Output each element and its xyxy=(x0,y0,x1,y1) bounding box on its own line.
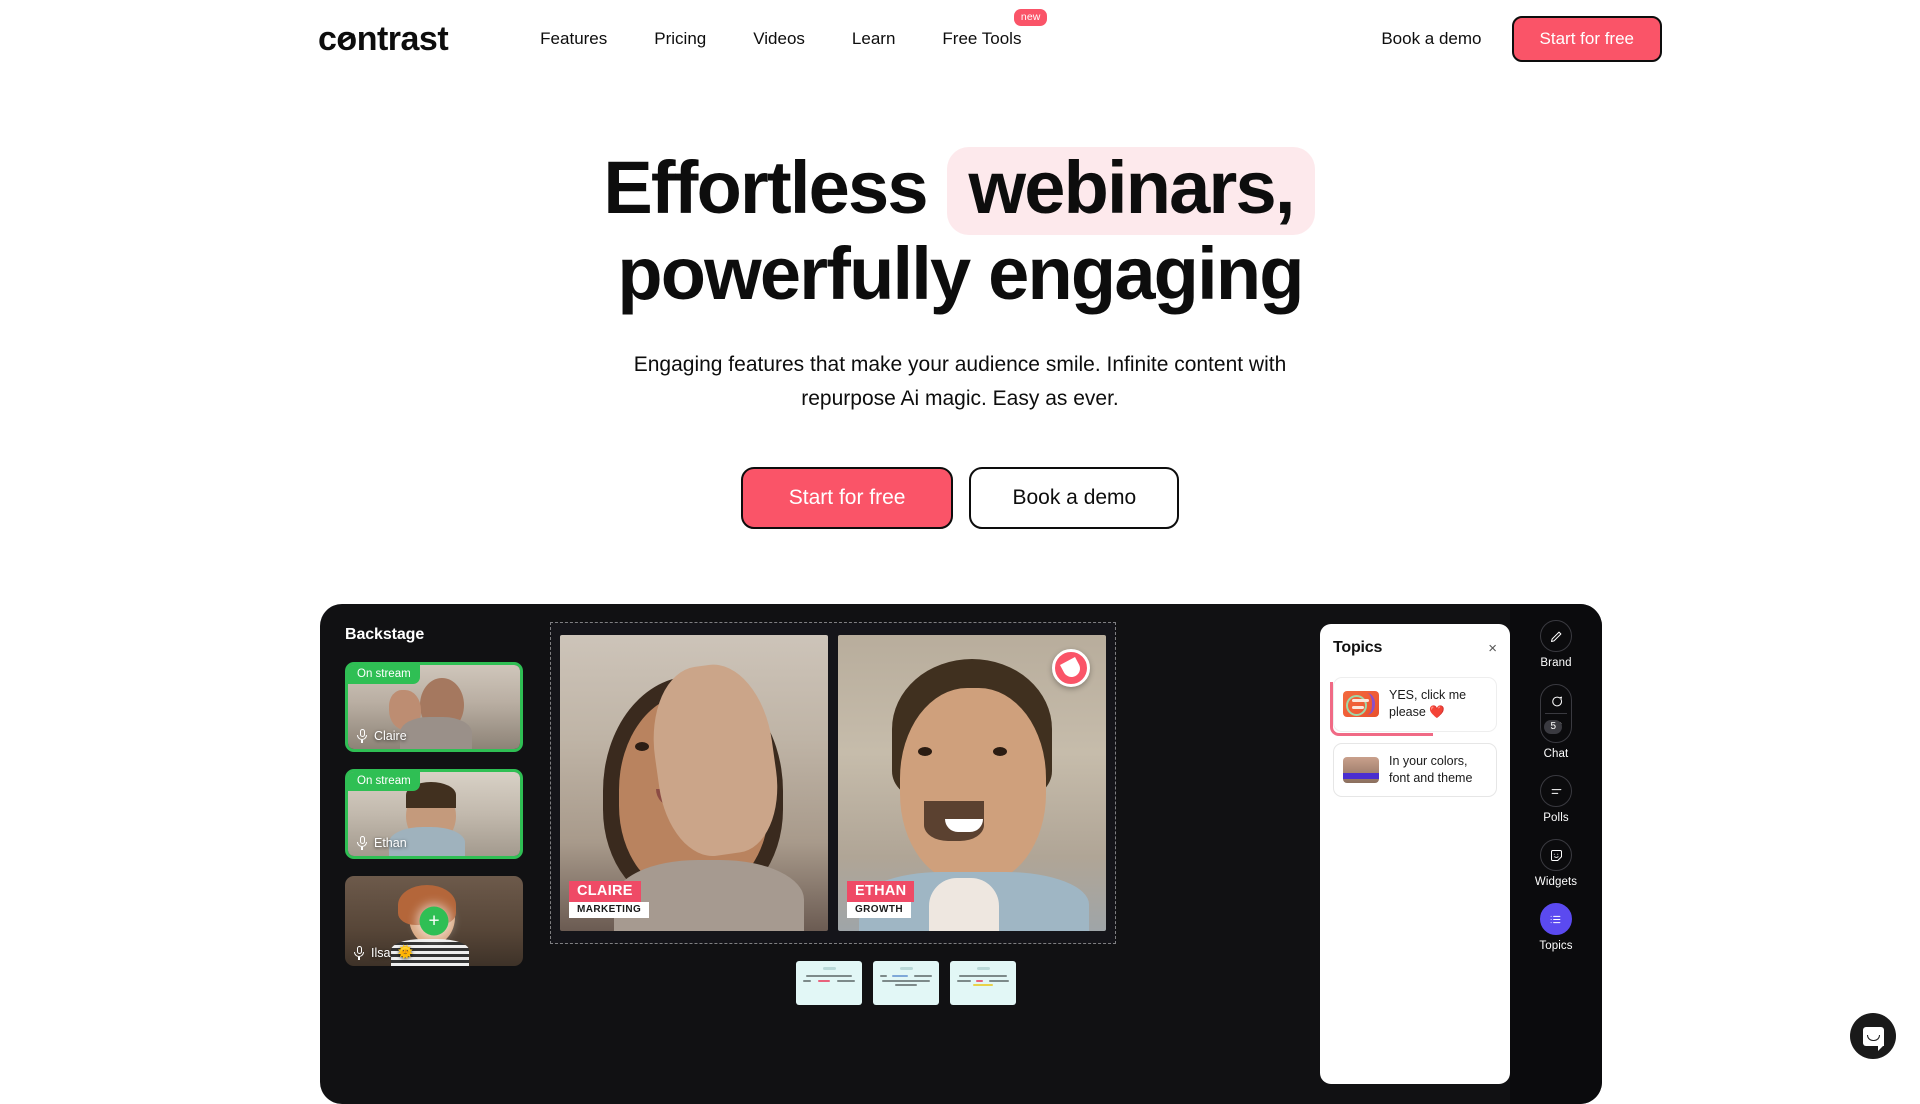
nav-item-features[interactable]: Features xyxy=(540,29,607,49)
hero-title-part2: powerfully engaging xyxy=(617,232,1302,315)
rail-item-brand[interactable]: Brand xyxy=(1540,620,1572,669)
sun-emoji: 🌞 xyxy=(397,945,413,960)
rail-item-topics[interactable]: Topics xyxy=(1539,903,1572,952)
main-navigation: contrast Features Pricing Videos Learn F… xyxy=(0,0,1920,78)
nav-links: Features Pricing Videos Learn Free Tools… xyxy=(540,29,1021,49)
name-label: Ilsa xyxy=(371,946,390,960)
slide-thumbnail[interactable] xyxy=(796,961,862,1005)
on-stream-badge: On stream xyxy=(348,665,420,684)
rail-item-chat[interactable]: 5 Chat xyxy=(1540,684,1572,760)
hero-title-highlight: webinars, xyxy=(947,147,1314,235)
nav-label: Free Tools xyxy=(942,29,1021,48)
rail-label: Brand xyxy=(1540,657,1572,669)
speaker-tile-ethan[interactable]: ETHAN GROWTH xyxy=(838,635,1106,931)
sticker-icon xyxy=(1540,839,1572,871)
hero-cta-group: Start for free Book a demo xyxy=(0,467,1920,529)
speaker-role: MARKETING xyxy=(569,902,649,918)
polls-icon xyxy=(1540,775,1572,807)
nav-book-demo-link[interactable]: Book a demo xyxy=(1381,29,1481,49)
backstage-title: Backstage xyxy=(345,626,548,644)
rail-item-widgets[interactable]: Widgets xyxy=(1535,839,1577,888)
logo-text-a: c xyxy=(318,22,336,56)
rail-label: Widgets xyxy=(1535,876,1577,888)
chat-people-icon xyxy=(1540,684,1572,743)
topic-label: YES, click me please ❤️ xyxy=(1389,687,1487,722)
participant-name-ilsa: Ilsa 🌞 xyxy=(354,945,413,960)
logo-slashed-o-icon: o xyxy=(336,22,356,56)
stage-canvas[interactable]: CLAIRE MARKETING xyxy=(550,622,1116,944)
speaker-name: ETHAN xyxy=(847,881,914,902)
nav-label: Pricing xyxy=(654,29,706,48)
name-label: Claire xyxy=(374,729,407,743)
microphone-icon xyxy=(357,729,367,743)
nav-label: Learn xyxy=(852,29,895,48)
add-participant-button[interactable]: + xyxy=(420,907,449,936)
topics-panel: Topics × YES, click me please ❤️ In your… xyxy=(1320,624,1510,1084)
nav-actions: Book a demo Start for free xyxy=(1381,16,1662,62)
rail-label: Chat xyxy=(1540,748,1572,760)
speaker-nametag-claire: CLAIRE MARKETING xyxy=(569,881,649,918)
participant-card-ilsa[interactable]: + Ilsa 🌞 xyxy=(345,876,523,966)
pencil-icon xyxy=(1540,620,1572,652)
speaker-role: GROWTH xyxy=(847,902,911,918)
microphone-icon xyxy=(354,946,364,960)
tool-rail: Brand 5 Chat Polls Widgets xyxy=(1510,604,1602,1104)
slide-thumbnail[interactable] xyxy=(950,961,1016,1005)
slide-thumbnail[interactable] xyxy=(873,961,939,1005)
nav-item-videos[interactable]: Videos xyxy=(753,29,805,49)
topic-label: In your colors, font and theme xyxy=(1389,753,1487,788)
hero-subtitle: Engaging features that make your audienc… xyxy=(624,348,1296,416)
speaker-tiles: CLAIRE MARKETING xyxy=(551,623,1115,943)
hero-book-a-demo-button[interactable]: Book a demo xyxy=(969,467,1179,529)
topics-header: Topics × xyxy=(1333,639,1497,657)
nav-label: Videos xyxy=(753,29,805,48)
on-stream-badge: On stream xyxy=(348,772,420,791)
chat-bubble-icon xyxy=(1863,1027,1884,1046)
hero-title-part1: Effortless xyxy=(603,146,926,229)
intercom-launcher-button[interactable] xyxy=(1850,1013,1896,1059)
backstage-panel: Backstage On stream Claire On stream xyxy=(320,604,548,1104)
nav-start-for-free-button[interactable]: Start for free xyxy=(1512,16,1662,62)
speaker-name: CLAIRE xyxy=(569,881,641,902)
microphone-icon xyxy=(357,836,367,850)
contrast-logo[interactable]: contrast xyxy=(318,22,448,56)
topic-thumbnail xyxy=(1343,757,1379,783)
speaker-nametag-ethan: ETHAN GROWTH xyxy=(847,881,914,918)
participant-card-claire[interactable]: On stream Claire xyxy=(345,662,523,752)
close-icon[interactable]: × xyxy=(1488,641,1497,656)
slide-filmstrip xyxy=(796,961,1308,1005)
page-title: Effortless webinars, powerfully engaging xyxy=(495,147,1425,313)
rail-label: Polls xyxy=(1540,812,1572,824)
logo-text-b: ntrast xyxy=(357,22,448,56)
rail-item-polls[interactable]: Polls xyxy=(1540,775,1572,824)
participant-name-claire: Claire xyxy=(357,729,407,743)
brand-logo-badge xyxy=(1052,649,1090,687)
topics-title: Topics xyxy=(1333,639,1382,657)
nav-item-pricing[interactable]: Pricing xyxy=(654,29,706,49)
participant-name-ethan: Ethan xyxy=(357,836,407,850)
hero-start-for-free-button[interactable]: Start for free xyxy=(741,467,954,529)
name-label: Ethan xyxy=(374,836,407,850)
nav-item-learn[interactable]: Learn xyxy=(852,29,895,49)
stage-area: CLAIRE MARKETING xyxy=(548,604,1308,1104)
new-badge: new xyxy=(1014,9,1048,26)
nav-label: Features xyxy=(540,29,607,48)
app-preview-mockup: Backstage On stream Claire On stream xyxy=(320,604,1602,1104)
topic-item[interactable]: In your colors, font and theme xyxy=(1333,743,1497,798)
rail-label: Topics xyxy=(1539,940,1572,952)
chat-unread-badge: 5 xyxy=(1544,720,1562,734)
speaker-tile-claire[interactable]: CLAIRE MARKETING xyxy=(560,635,828,931)
topic-thumbnail xyxy=(1343,691,1379,717)
nav-item-free-tools[interactable]: Free Tools new xyxy=(942,29,1021,49)
topic-item-active[interactable]: YES, click me please ❤️ xyxy=(1333,677,1497,732)
participant-card-ethan[interactable]: On stream Ethan xyxy=(345,769,523,859)
list-icon xyxy=(1540,903,1572,935)
hero-section: Effortless webinars, powerfully engaging… xyxy=(0,78,1920,529)
